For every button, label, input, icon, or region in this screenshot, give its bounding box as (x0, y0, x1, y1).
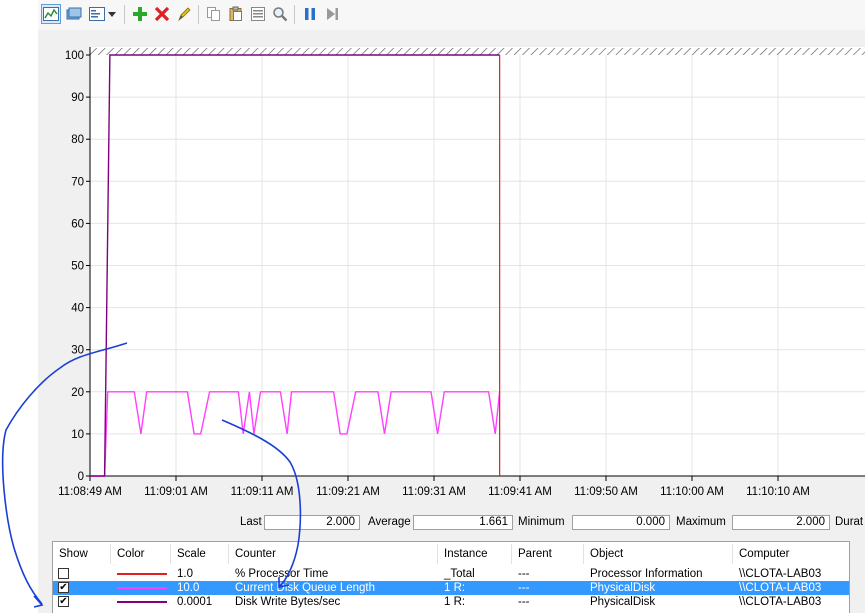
show-checkbox[interactable]: ✔ (58, 582, 69, 593)
header-instance[interactable]: Instance (438, 542, 511, 566)
y-tick-label: 60 (71, 218, 84, 230)
overflow-band (90, 48, 865, 55)
cell-counter: % Processor Time (235, 568, 329, 580)
cell-counter: Disk Write Bytes/sec (235, 596, 341, 608)
cell-object: Processor Information (590, 568, 703, 580)
x-tick-label: 11:09:41 AM (488, 486, 552, 498)
cell-parent: --- (518, 582, 530, 594)
x-tick-label: 11:10:10 AM (746, 486, 810, 498)
y-tick-label: 80 (71, 134, 84, 146)
y-tick-label: 40 (71, 303, 84, 315)
cell-computer: \\CLOTA-LAB03 (739, 582, 822, 594)
cell-instance: 1 R: (444, 596, 466, 608)
y-tick-label: 10 (71, 429, 84, 441)
table-row[interactable]: 1.0 % Processor Time _Total --- Processor In… (53, 567, 849, 581)
header-object[interactable]: Object (584, 542, 732, 566)
cell-object: PhysicalDisk (590, 596, 656, 608)
cell-instance: _Total (444, 568, 475, 580)
y-tick-labels: 0 10 20 30 40 50 60 70 80 90 100 (65, 50, 84, 483)
cell-object: PhysicalDisk (590, 582, 656, 594)
x-tick-label: 11:09:21 AM (316, 486, 380, 498)
color-swatch (117, 587, 167, 589)
stat-minimum-value: 0.000 (572, 515, 670, 530)
header-scale[interactable]: Scale (171, 542, 228, 566)
y-tick-label: 30 (71, 345, 84, 357)
header-parent[interactable]: Parent (512, 542, 583, 566)
x-tick-label: 11:09:31 AM (402, 486, 466, 498)
stat-duration-label: Durat (835, 516, 864, 528)
table-row[interactable]: ✔ 0.0001 Disk Write Bytes/sec 1 R: --- Physic… (53, 595, 849, 609)
y-tick-label: 90 (71, 92, 84, 104)
stat-last-value: 2.000 (264, 515, 360, 530)
y-tick-label: 50 (71, 261, 84, 273)
line-graph[interactable]: 0 10 20 30 40 50 60 70 80 90 100 11:08:49 AM 11:09:… (0, 0, 865, 510)
stat-maximum-value: 2.000 (732, 515, 830, 530)
cell-parent: --- (518, 568, 530, 580)
cell-scale: 10.0 (177, 582, 200, 594)
x-tick-label: 11:08:49 AM (58, 486, 122, 498)
x-tick-labels: 11:08:49 AM 11:09:01 AM 11:09:11 AM 11:09:2… (58, 486, 810, 498)
header-counter[interactable]: Counter (229, 542, 437, 566)
cell-scale: 1.0 (177, 568, 193, 580)
stat-average-label: Average (368, 516, 411, 528)
y-tick-label: 70 (71, 176, 84, 188)
cell-counter: Current Disk Queue Length (235, 582, 375, 594)
stat-maximum-label: Maximum (676, 516, 726, 528)
x-tick-label: 11:10:00 AM (660, 486, 724, 498)
header-show[interactable]: Show (53, 542, 110, 566)
show-checkbox[interactable]: ✔ (58, 596, 69, 607)
header-color[interactable]: Color (111, 542, 170, 566)
counter-table: Show Color Scale Counter Instance Parent… (52, 541, 850, 613)
table-scrollbar[interactable] (851, 541, 865, 613)
cell-instance: 1 R: (444, 582, 466, 594)
show-checkbox[interactable] (58, 568, 69, 579)
x-tick-label: 11:09:01 AM (144, 486, 208, 498)
cell-computer: \\CLOTA-LAB03 (739, 568, 822, 580)
plot-area (90, 47, 865, 476)
stat-last-label: Last (240, 516, 262, 528)
color-swatch (117, 573, 167, 575)
y-tick-label: 20 (71, 387, 84, 399)
stat-average-value: 1.661 (413, 515, 513, 530)
x-tick-label: 11:09:50 AM (574, 486, 638, 498)
y-tick-label: 100 (65, 50, 84, 62)
header-computer[interactable]: Computer (733, 542, 849, 566)
y-tick-label: 0 (78, 471, 84, 483)
cell-computer: \\CLOTA-LAB03 (739, 596, 822, 608)
stat-minimum-label: Minimum (518, 516, 565, 528)
color-swatch (117, 601, 167, 603)
cell-scale: 0.0001 (177, 596, 213, 608)
table-row[interactable]: ✔ 10.0 Current Disk Queue Length 1 R: --- Phy… (53, 581, 849, 595)
x-tick-label: 11:09:11 AM (231, 486, 294, 498)
cell-parent: --- (518, 596, 530, 608)
